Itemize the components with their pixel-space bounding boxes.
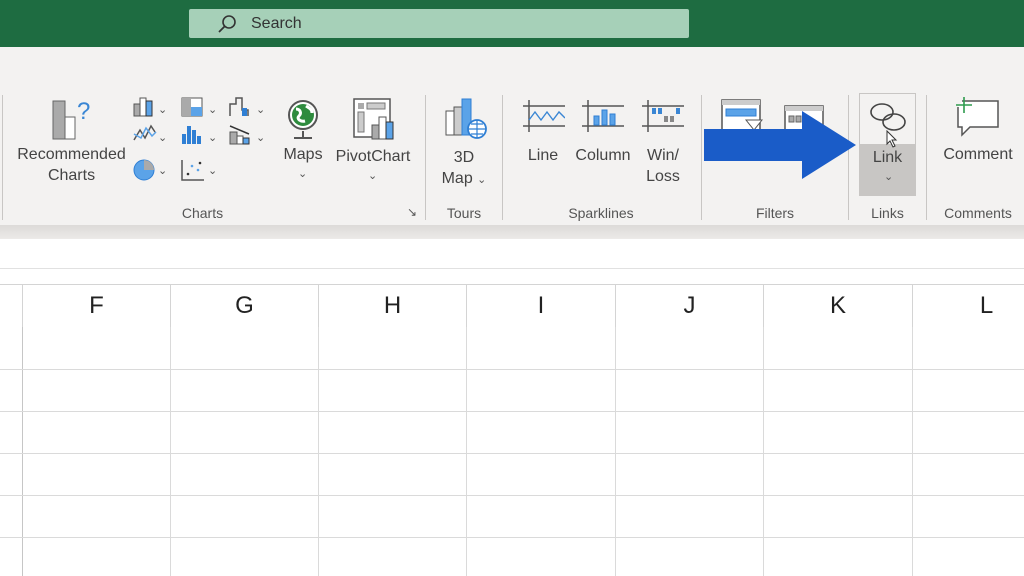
- pivotchart-label: PivotChart: [332, 146, 414, 167]
- 3d-map-icon: [444, 97, 488, 141]
- link-label: Link: [860, 147, 915, 168]
- sparkline-winloss-button[interactable]: Win/Loss: [638, 98, 688, 188]
- recommended-label-2: Charts: [14, 165, 129, 186]
- link-icon: [868, 100, 908, 134]
- search-placeholder: Search: [251, 15, 302, 33]
- group-label-comments: Comments: [936, 205, 1020, 221]
- maps-label: Maps: [278, 144, 328, 165]
- cell-grid[interactable]: [0, 327, 1024, 576]
- mouse-cursor-icon: [886, 130, 898, 148]
- combo-chart-icon[interactable]: ⌄: [230, 126, 265, 144]
- statistic-chart-icon[interactable]: ⌄: [182, 126, 217, 144]
- column-chart-icon[interactable]: ⌄: [134, 98, 167, 116]
- 3d-map-label-1: 3D: [436, 147, 492, 168]
- comment-label: Comment: [938, 144, 1018, 165]
- line-label: Line: [518, 145, 568, 166]
- search-icon: [217, 14, 237, 34]
- group-label-sparklines: Sparklines: [540, 205, 662, 221]
- recommended-charts-button[interactable]: ? RecommendedCharts: [14, 95, 129, 195]
- pivotchart-button[interactable]: PivotChart ⌄: [332, 95, 414, 190]
- comment-button[interactable]: Comment: [938, 95, 1018, 185]
- column-header-g[interactable]: G: [171, 285, 319, 327]
- column-header-l[interactable]: L: [913, 285, 1024, 327]
- svg-text:⌄: ⌄: [256, 132, 265, 144]
- scatter-chart-icon[interactable]: ⌄: [182, 160, 217, 180]
- svg-text:⌄: ⌄: [208, 104, 217, 116]
- column-header-i[interactable]: I: [467, 285, 616, 327]
- winloss-label-2: Loss: [638, 166, 688, 187]
- chevron-down-icon: ⌄: [884, 170, 893, 183]
- chart-type-gallery: ⌄ ⌄ ⌄ ⌄ ⌄ ⌄ ⌄ ⌄: [132, 96, 272, 186]
- 3d-map-button[interactable]: 3D Map ⌄: [436, 95, 492, 195]
- chevron-down-icon: ⌄: [298, 167, 307, 180]
- sparkline-column-icon: [582, 100, 624, 132]
- pivotchart-icon: [352, 97, 396, 141]
- 3d-map-label-2: Map: [442, 170, 473, 187]
- globe-icon: [284, 97, 322, 141]
- formula-bar-area[interactable]: [0, 239, 1024, 269]
- group-label-filters: Filters: [740, 205, 810, 221]
- link-button[interactable]: Link ⌄: [859, 93, 916, 196]
- maps-button[interactable]: Maps ⌄: [278, 95, 328, 190]
- dialog-launcher-icon[interactable]: ↘: [407, 205, 417, 219]
- line-chart-icon[interactable]: ⌄: [134, 126, 167, 144]
- pie-chart-icon[interactable]: ⌄: [134, 160, 167, 180]
- chevron-down-icon: ⌄: [368, 169, 377, 182]
- svg-text:⌄: ⌄: [256, 104, 265, 116]
- svg-text:⌄: ⌄: [158, 132, 167, 144]
- sparkline-column-button[interactable]: Column: [572, 98, 634, 188]
- ribbon-shadow: [0, 225, 1024, 239]
- chevron-down-icon: ⌄: [477, 174, 486, 186]
- column-header-k[interactable]: K: [764, 285, 913, 327]
- column-header-h[interactable]: H: [319, 285, 467, 327]
- group-label-links: Links: [859, 205, 916, 221]
- column-label: Column: [572, 145, 634, 166]
- recommended-label-1: Recommended: [14, 144, 129, 165]
- svg-text:?: ?: [77, 98, 90, 125]
- recommended-charts-icon: ?: [49, 97, 93, 141]
- hierarchy-chart-icon[interactable]: ⌄: [182, 98, 217, 116]
- search-box[interactable]: Search: [189, 9, 689, 38]
- blue-arrow-annotation: [704, 111, 856, 179]
- svg-text:⌄: ⌄: [208, 165, 217, 177]
- column-header-j[interactable]: J: [616, 285, 764, 327]
- group-label-charts: Charts: [150, 205, 255, 221]
- waterfall-chart-icon[interactable]: ⌄: [230, 98, 265, 116]
- svg-text:⌄: ⌄: [158, 165, 167, 177]
- sparkline-winloss-icon: [642, 100, 684, 132]
- row-header-corner: [0, 285, 23, 327]
- new-comment-icon: [954, 97, 1000, 141]
- svg-text:⌄: ⌄: [208, 132, 217, 144]
- sparkline-line-button[interactable]: Line: [518, 98, 568, 188]
- column-header-f[interactable]: F: [23, 285, 171, 327]
- svg-text:⌄: ⌄: [158, 104, 167, 116]
- group-label-tours: Tours: [436, 205, 492, 221]
- winloss-label-1: Win/: [638, 145, 688, 166]
- sparkline-line-icon: [523, 100, 565, 132]
